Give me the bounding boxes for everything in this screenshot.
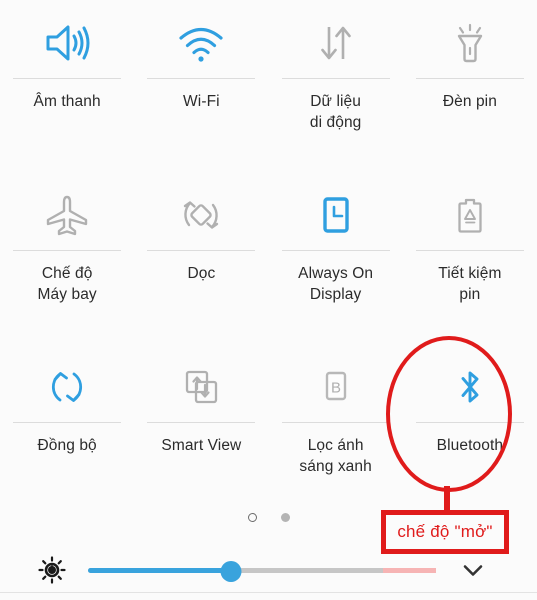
slider-thumb[interactable] <box>220 560 242 582</box>
blue-light-filter-icon: B <box>311 356 361 418</box>
quick-settings-row-1: Âm thanh Wi-Fi Dữ liệu di động Đèn pin <box>0 0 537 172</box>
svg-text:B: B <box>331 380 341 397</box>
smart-view-icon <box>176 356 226 418</box>
tile-divider <box>13 78 122 79</box>
tile-label: Bluetooth <box>436 437 504 454</box>
sync-icon <box>42 356 92 418</box>
tile-airplane-mode[interactable]: Chế độ Máy bay <box>0 172 134 344</box>
bluetooth-icon <box>445 356 495 418</box>
tile-divider <box>147 422 256 423</box>
page-dot-2[interactable] <box>280 513 290 522</box>
flashlight-icon <box>445 12 495 74</box>
tile-label: Dọc <box>187 265 216 282</box>
wifi-icon <box>176 12 226 74</box>
tile-always-on-display[interactable]: Always On Display <box>269 172 403 344</box>
page-dot-1[interactable] <box>247 513 257 522</box>
tile-flashlight[interactable]: Đèn pin <box>403 0 537 172</box>
tile-divider <box>415 78 524 79</box>
always-on-display-icon <box>311 184 361 246</box>
slider-track-annotated-overlap <box>383 568 436 573</box>
quick-settings-screen: Âm thanh Wi-Fi Dữ liệu di động Đèn pin C… <box>0 0 537 600</box>
tile-divider <box>147 78 256 79</box>
tile-divider <box>13 422 122 423</box>
chevron-down-icon[interactable] <box>458 555 488 585</box>
sound-icon <box>42 12 92 74</box>
tile-smart-view[interactable]: Smart View <box>134 344 268 509</box>
brightness-icon <box>38 556 66 584</box>
bottom-divider <box>0 592 537 593</box>
tile-wifi[interactable]: Wi-Fi <box>134 0 268 172</box>
tile-label: Đèn pin <box>442 93 497 110</box>
quick-settings-grid: Âm thanh Wi-Fi Dữ liệu di động Đèn pin C… <box>0 0 537 509</box>
tile-divider <box>147 250 256 251</box>
battery-saver-icon <box>445 184 495 246</box>
tile-label: Wi-Fi <box>183 93 220 110</box>
mobile-data-icon <box>311 12 361 74</box>
tile-auto-rotate[interactable]: Dọc <box>134 172 268 344</box>
brightness-slider[interactable] <box>88 557 436 583</box>
tile-label: Lọc ánh sáng xanh <box>299 437 372 475</box>
tile-divider <box>281 422 390 423</box>
annotation-callout-box: chế độ "mở" <box>381 510 509 554</box>
auto-rotate-icon <box>176 184 226 246</box>
tile-divider <box>13 250 122 251</box>
tile-divider <box>415 422 524 423</box>
tile-sound[interactable]: Âm thanh <box>0 0 134 172</box>
airplane-mode-icon <box>42 184 92 246</box>
tile-bluetooth[interactable]: Bluetooth <box>403 344 537 509</box>
tile-label: Tiết kiệm pin <box>438 265 502 303</box>
quick-settings-row-2: Chế độ Máy bay Dọc Always On Display Tiế… <box>0 172 537 344</box>
quick-settings-row-3: Đồng bộ Smart View B Lọc ánh sáng xanh B… <box>0 344 537 509</box>
tile-sync[interactable]: Đồng bộ <box>0 344 134 509</box>
slider-fill <box>88 568 231 573</box>
tile-label: Chế độ Máy bay <box>37 265 97 303</box>
tile-battery-saver[interactable]: Tiết kiệm pin <box>403 172 537 344</box>
tile-label: Smart View <box>161 437 242 454</box>
tile-label: Always On Display <box>298 265 374 303</box>
tile-label: Đồng bộ <box>37 437 97 454</box>
tile-divider <box>281 78 390 79</box>
tile-mobile-data[interactable]: Dữ liệu di động <box>269 0 403 172</box>
tile-label: Âm thanh <box>33 93 101 110</box>
tile-divider <box>415 250 524 251</box>
annotation-callout-text: chế độ "mở" <box>397 522 493 541</box>
tile-label: Dữ liệu di động <box>309 93 362 131</box>
tile-divider <box>281 250 390 251</box>
tile-blue-light-filter[interactable]: B Lọc ánh sáng xanh <box>269 344 403 509</box>
